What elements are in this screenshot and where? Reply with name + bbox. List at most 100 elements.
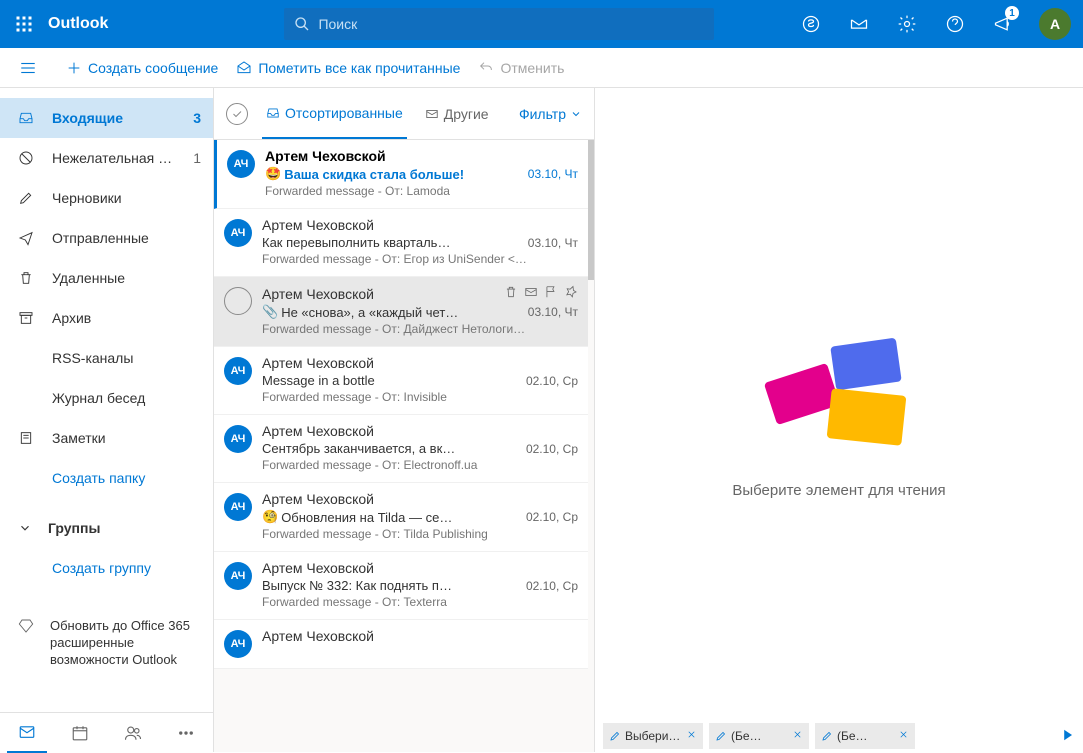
sender-avatar: АЧ (224, 425, 252, 453)
pencil-icon (821, 730, 833, 742)
message-date: 03.10, Чт (528, 167, 578, 181)
delete-icon[interactable] (504, 285, 518, 302)
help-button[interactable] (931, 0, 979, 48)
create-group-label: Создать группу (52, 560, 201, 576)
message-item[interactable]: АЧАртем ЧеховскойMessage in a bottle02.1… (214, 347, 588, 415)
reading-pane: Выберите элемент для чтения Выберит…(Бе…… (595, 88, 1083, 752)
emoji-icon: 🧐 (262, 509, 278, 525)
scrollbar-thumb[interactable] (588, 140, 594, 280)
message-subject-text: Обновления на Tilda — се… (281, 510, 452, 525)
user-avatar[interactable]: A (1039, 8, 1071, 40)
create-group-link[interactable]: Создать группу (0, 548, 213, 588)
hamburger-button[interactable] (8, 59, 48, 77)
message-subject: Message in a bottle (262, 373, 520, 388)
message-from: Артем Чеховской (262, 628, 578, 644)
close-icon[interactable] (686, 729, 697, 743)
skype-button[interactable] (787, 0, 835, 48)
mark-all-read-button[interactable]: Пометить все как прочитанные (236, 60, 460, 76)
nav-more[interactable] (166, 713, 206, 753)
folder-label: Отправленные (52, 230, 201, 246)
message-item[interactable]: АЧ Артем Чеховской Как перевыполнить кварт… (214, 209, 588, 277)
drafts-bar: Выберит… (Бе…(Бе… (595, 720, 1083, 752)
draft-tab[interactable]: Выберит… (603, 723, 703, 749)
command-bar: Создать сообщение Пометить все как прочи… (0, 48, 1083, 88)
undo-button[interactable]: Отменить (478, 60, 564, 76)
message-from: Артем Чеховской (262, 560, 578, 576)
folder-label: Удаленные (52, 270, 201, 286)
inbox-icon (266, 106, 280, 120)
message-preview: Forwarded message - От: Texterra (262, 595, 578, 609)
message-date: 02.10, Ср (526, 510, 578, 524)
message-list[interactable]: АЧАртем Чеховской🤩Ваша скидка стала боль… (214, 140, 594, 752)
tab-focused[interactable]: Отсортированные (262, 88, 407, 139)
main: Входящие3Нежелательная …1Черновики Отправ… (0, 88, 1083, 752)
folder-отправленные[interactable]: Отправленные (0, 218, 213, 258)
message-item[interactable]: АЧАртем Чеховской📎 Не «снова», а «каждый… (214, 277, 588, 347)
folder-нежелательная-[interactable]: Нежелательная …1 (0, 138, 213, 178)
message-subject: Сентябрь заканчивается, а вк… (262, 441, 520, 456)
message-item[interactable]: АЧАртем ЧеховскойВыпуск № 332: Как подня… (214, 552, 588, 620)
folder-черновики[interactable]: Черновики (0, 178, 213, 218)
mark-read-label: Пометить все как прочитанные (258, 60, 460, 76)
sender-avatar: АЧ (224, 219, 252, 247)
nav-mail[interactable] (7, 713, 47, 753)
message-from: Артем Чеховской (262, 217, 578, 233)
plus-icon (66, 60, 82, 76)
inbox-icon (18, 110, 36, 126)
select-all-checkbox[interactable] (226, 103, 248, 125)
message-subject-text: Как перевыполнить кварталь… (262, 235, 450, 250)
message-subject-text: Ваша скидка стала больше! (284, 167, 464, 182)
mark-read-icon[interactable] (524, 285, 538, 302)
compose-button[interactable]: Создать сообщение (66, 60, 218, 76)
message-preview: Forwarded message - От: Дайджест Нетолог… (262, 322, 578, 336)
close-icon[interactable] (792, 729, 803, 743)
message-item[interactable]: АЧАртем Чеховской🤩Ваша скидка стала боль… (214, 140, 588, 209)
search-input[interactable] (318, 16, 704, 32)
undo-label: Отменить (500, 60, 564, 76)
folder-журнал-бесед[interactable]: Журнал бесед (0, 378, 213, 418)
message-hover-actions (504, 285, 578, 302)
draft-tab-label: Выберит… (625, 729, 682, 743)
message-preview: Forwarded message - От: Electronoff.ua (262, 458, 578, 472)
sender-avatar: АЧ (224, 562, 252, 590)
pencil-icon (609, 730, 621, 742)
folder-заметки[interactable]: Заметки (0, 418, 213, 458)
filter-button[interactable]: Фильтр (519, 106, 582, 122)
message-body: Артем Чеховской📎 Не «снова», а «каждый ч… (262, 285, 578, 336)
flag-icon[interactable] (544, 285, 558, 302)
message-subject: 🧐Обновления на Tilda — се… (262, 509, 520, 525)
message-from: Артем Чеховской (262, 423, 578, 439)
announcements-button[interactable]: 1 (979, 0, 1027, 48)
message-item[interactable]: АЧ Артем Чеховской Сентябрь заканчивается,… (214, 415, 588, 483)
attachment-icon: 📎 (262, 304, 278, 320)
nav-calendar[interactable] (60, 713, 100, 753)
folder-удаленные[interactable]: Удаленные (0, 258, 213, 298)
draft-tab[interactable]: (Бе… (709, 723, 809, 749)
message-date: 02.10, Ср (526, 374, 578, 388)
diamond-icon (18, 618, 34, 669)
message-item[interactable]: АЧАртем Чеховской (214, 620, 588, 669)
tab-other[interactable]: Другие (421, 88, 493, 139)
app-launcher-button[interactable] (0, 0, 48, 48)
message-item[interactable]: АЧАртем Чеховской🧐Обновления на Tilda — … (214, 483, 588, 552)
folder-rss-каналы[interactable]: RSS-каналы (0, 338, 213, 378)
settings-button[interactable] (883, 0, 931, 48)
close-icon[interactable] (898, 729, 909, 743)
folder-count: 3 (193, 110, 201, 126)
chevron-down-icon (570, 108, 582, 120)
folder-архив[interactable]: Архив (0, 298, 213, 338)
notifications-badge: 1 (1005, 6, 1019, 20)
folder-label: RSS-каналы (52, 350, 201, 366)
folder-входящие[interactable]: Входящие3 (0, 98, 213, 138)
search-box[interactable] (284, 8, 714, 40)
upgrade-link[interactable]: Обновить до Office 365 расширенные возмо… (0, 608, 213, 679)
outlook-button[interactable] (835, 0, 883, 48)
folder-создать-папку[interactable]: Создать папку (0, 458, 213, 498)
pin-icon[interactable] (564, 285, 578, 302)
expand-drafts-button[interactable] (1061, 728, 1075, 745)
message-date: 02.10, Ср (526, 579, 578, 593)
draft-tab[interactable]: (Бе… (815, 723, 915, 749)
empty-illustration (769, 342, 909, 452)
groups-header[interactable]: Группы (0, 508, 213, 548)
nav-people[interactable] (113, 713, 153, 753)
